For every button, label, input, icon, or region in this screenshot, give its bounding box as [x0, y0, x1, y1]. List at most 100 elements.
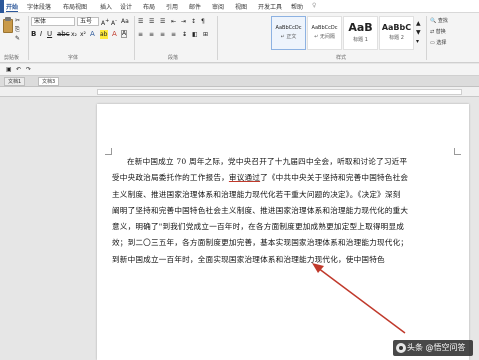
cut-icon[interactable]: ✂ — [15, 16, 20, 25]
numbering-icon[interactable]: ☰ — [149, 17, 154, 26]
tab-view[interactable]: 视图 — [235, 2, 247, 11]
style-heading-1[interactable]: AaB 标题 1 — [343, 16, 378, 50]
clipboard-group-label: 剪贴板 — [4, 55, 20, 61]
align-right-icon[interactable]: ≡ — [160, 30, 165, 39]
subscript-icon[interactable]: x₂ — [71, 30, 77, 39]
horizontal-ruler[interactable] — [0, 87, 479, 97]
font-color-icon[interactable]: A — [112, 30, 117, 39]
paste-button[interactable] — [2, 17, 14, 35]
doc-tab-1[interactable]: 文档1 — [4, 77, 26, 86]
ruler-track — [97, 89, 462, 95]
text-line: 到新中国成立一百年时，全面实现国家治理体系和治理能力现代化，使中国特色 — [112, 254, 385, 264]
tab-references[interactable]: 引用 — [166, 2, 178, 11]
paragraph-group-label: 段落 — [168, 55, 179, 61]
tab-help[interactable]: 帮助 — [291, 2, 303, 11]
style-normal[interactable]: AaBbCcDc ↵ 正文 — [271, 16, 306, 50]
format-painter-icon[interactable]: ✎ — [15, 34, 20, 43]
copy-icon[interactable]: ⎘ — [15, 25, 20, 34]
shrink-font-icon[interactable]: A- — [111, 17, 117, 28]
line-spacing-icon[interactable]: ↨ — [182, 30, 187, 39]
align-center-icon[interactable]: ≡ — [149, 30, 154, 39]
text-segment: 受中央政治局委托作的工作报告， — [112, 173, 229, 183]
style-sample: AaBbCcDc — [275, 25, 302, 31]
tab-design[interactable]: 设计 — [120, 2, 132, 11]
style-caption: ↵ 无间隔 — [314, 34, 335, 40]
tab-layout[interactable]: 布局 — [143, 2, 155, 11]
replace-label: 替换 — [435, 29, 446, 35]
decrease-indent-icon[interactable]: ⇤ — [171, 17, 176, 26]
styles-scroll-up-icon[interactable]: ▲ — [416, 19, 421, 28]
find-label: 查找 — [437, 18, 448, 24]
replace-button[interactable]: ⇄ 替换 — [430, 28, 446, 35]
char-border-icon[interactable]: A — [121, 30, 128, 38]
watermark-text: 头条 @悟空问答 — [407, 343, 466, 352]
style-no-spacing[interactable]: AaBbCcDc ↵ 无间隔 — [307, 16, 342, 50]
align-left-icon[interactable]: ≡ — [138, 30, 143, 39]
underlined-text: 审议通过 — [228, 173, 261, 183]
style-sample: AaB — [348, 21, 373, 34]
find-button[interactable]: 🔍 查找 — [430, 17, 448, 24]
group-separator — [134, 16, 135, 60]
styles-more-icon[interactable]: ▾ — [416, 37, 419, 46]
quick-access-bar: ▣ ↶ ↷ — [0, 64, 479, 76]
tab-insert[interactable]: 插入 — [100, 2, 112, 11]
text-segment: 了《中共中央关于坚持和完善中国特色社会 — [260, 173, 409, 183]
multilevel-list-icon[interactable]: ☰ — [160, 17, 165, 26]
style-sample: AaBbC — [381, 23, 412, 32]
sort-icon[interactable]: ↕ — [191, 17, 196, 26]
tab-mailings[interactable]: 邮件 — [189, 2, 201, 11]
doc-tab-3[interactable]: 文档3 — [38, 77, 60, 86]
group-separator — [28, 16, 29, 60]
bullets-icon[interactable]: ☰ — [138, 17, 143, 26]
document-body[interactable]: 在新中国成立 70 周年之际，党中央召开了十九届四中全会，听取和讨论了习近平 受… — [112, 154, 457, 268]
style-caption: ↵ 正文 — [280, 34, 297, 40]
style-sample: AaBbCcDc — [311, 25, 338, 31]
text-line: 主义制度、推进国家治理体系和治理能力现代化若干重大问题的决定》。《决定》深刻 — [112, 189, 401, 199]
style-heading-2[interactable]: AaBbC 标题 2 — [379, 16, 414, 50]
text-line: 意义，明确了"到我们党成立一百年时，在各方面制度更加成熟更加定型上取得明显成 — [112, 222, 405, 232]
clipboard-clip-icon — [5, 17, 11, 21]
bold-icon[interactable]: B — [31, 30, 36, 39]
clipboard-icon — [3, 19, 13, 33]
text-line: 在新中国成立 70 周年之际，党中央召开了十九届四中全会，听取和讨论了习近平 — [127, 157, 408, 166]
superscript-icon[interactable]: x² — [80, 30, 86, 39]
font-size-select[interactable]: 五号 — [77, 17, 99, 26]
tab-font-paragraph[interactable]: 字体段落 — [27, 2, 51, 11]
highlight-icon[interactable]: ab — [100, 30, 108, 39]
increase-indent-icon[interactable]: ⇥ — [181, 17, 186, 26]
styles-group-label: 样式 — [336, 55, 347, 61]
save-icon[interactable]: ▣ — [6, 65, 12, 74]
underline-icon[interactable]: U — [47, 30, 52, 39]
tab-home[interactable]: 开始 — [6, 2, 19, 12]
shading-icon[interactable]: ◧ — [192, 30, 198, 39]
change-case-icon[interactable]: Aa — [121, 17, 129, 26]
ribbon-tab-bar: 开始 字体段落 布局视图 插入 设计 布局 引用 邮件 审阅 视图 开发工具 帮… — [0, 0, 479, 13]
watermark-badge: 头条 @悟空问答 — [393, 340, 473, 356]
grow-font-icon[interactable]: A+ — [101, 17, 109, 28]
tab-layout-view[interactable]: 布局视图 — [63, 2, 87, 11]
strikethrough-icon[interactable]: abc — [57, 30, 70, 39]
text-line: 效；到二〇三五年，各方面制度更加完善，基本实现国家治理体系和治理能力现代化； — [112, 238, 409, 248]
text-effects-icon[interactable]: A — [90, 30, 95, 39]
select-button[interactable]: ▭ 选择 — [430, 39, 446, 46]
text-line: 受中央政治局委托作的工作报告，审议通过了《中共中央关于坚持和完善中国特色社会 — [112, 170, 457, 186]
group-separator — [426, 16, 427, 60]
styles-scroll-down-icon[interactable]: ▼ — [416, 28, 421, 37]
lightbulb-icon[interactable]: ♀ — [312, 2, 316, 9]
ribbon: ✂ ⎘ ✎ 剪贴板 宋体 五号 A+ A- Aa B I U abc x₂ x²… — [0, 13, 479, 63]
font-name-select[interactable]: 宋体 — [31, 17, 75, 26]
file-menu-button[interactable] — [0, 0, 4, 13]
justify-icon[interactable]: ≡ — [171, 30, 176, 39]
font-group-label: 字体 — [68, 55, 79, 61]
undo-icon[interactable]: ↶ — [16, 65, 21, 74]
select-label: 选择 — [436, 40, 447, 46]
redo-icon[interactable]: ↷ — [26, 65, 31, 74]
show-marks-icon[interactable]: ¶ — [201, 17, 205, 26]
italic-icon[interactable]: I — [40, 30, 42, 39]
text-line: 阐明了坚持和完善中国特色社会主义制度、推进国家治理体系和治理能力现代化的重大 — [112, 205, 409, 215]
borders-icon[interactable]: ⊞ — [203, 30, 208, 39]
tab-review[interactable]: 审阅 — [212, 2, 224, 11]
document-page[interactable]: 在新中国成立 70 周年之际，党中央召开了十九届四中全会，听取和讨论了习近平 受… — [97, 104, 469, 360]
tab-developer[interactable]: 开发工具 — [258, 2, 282, 11]
group-separator — [217, 16, 218, 60]
